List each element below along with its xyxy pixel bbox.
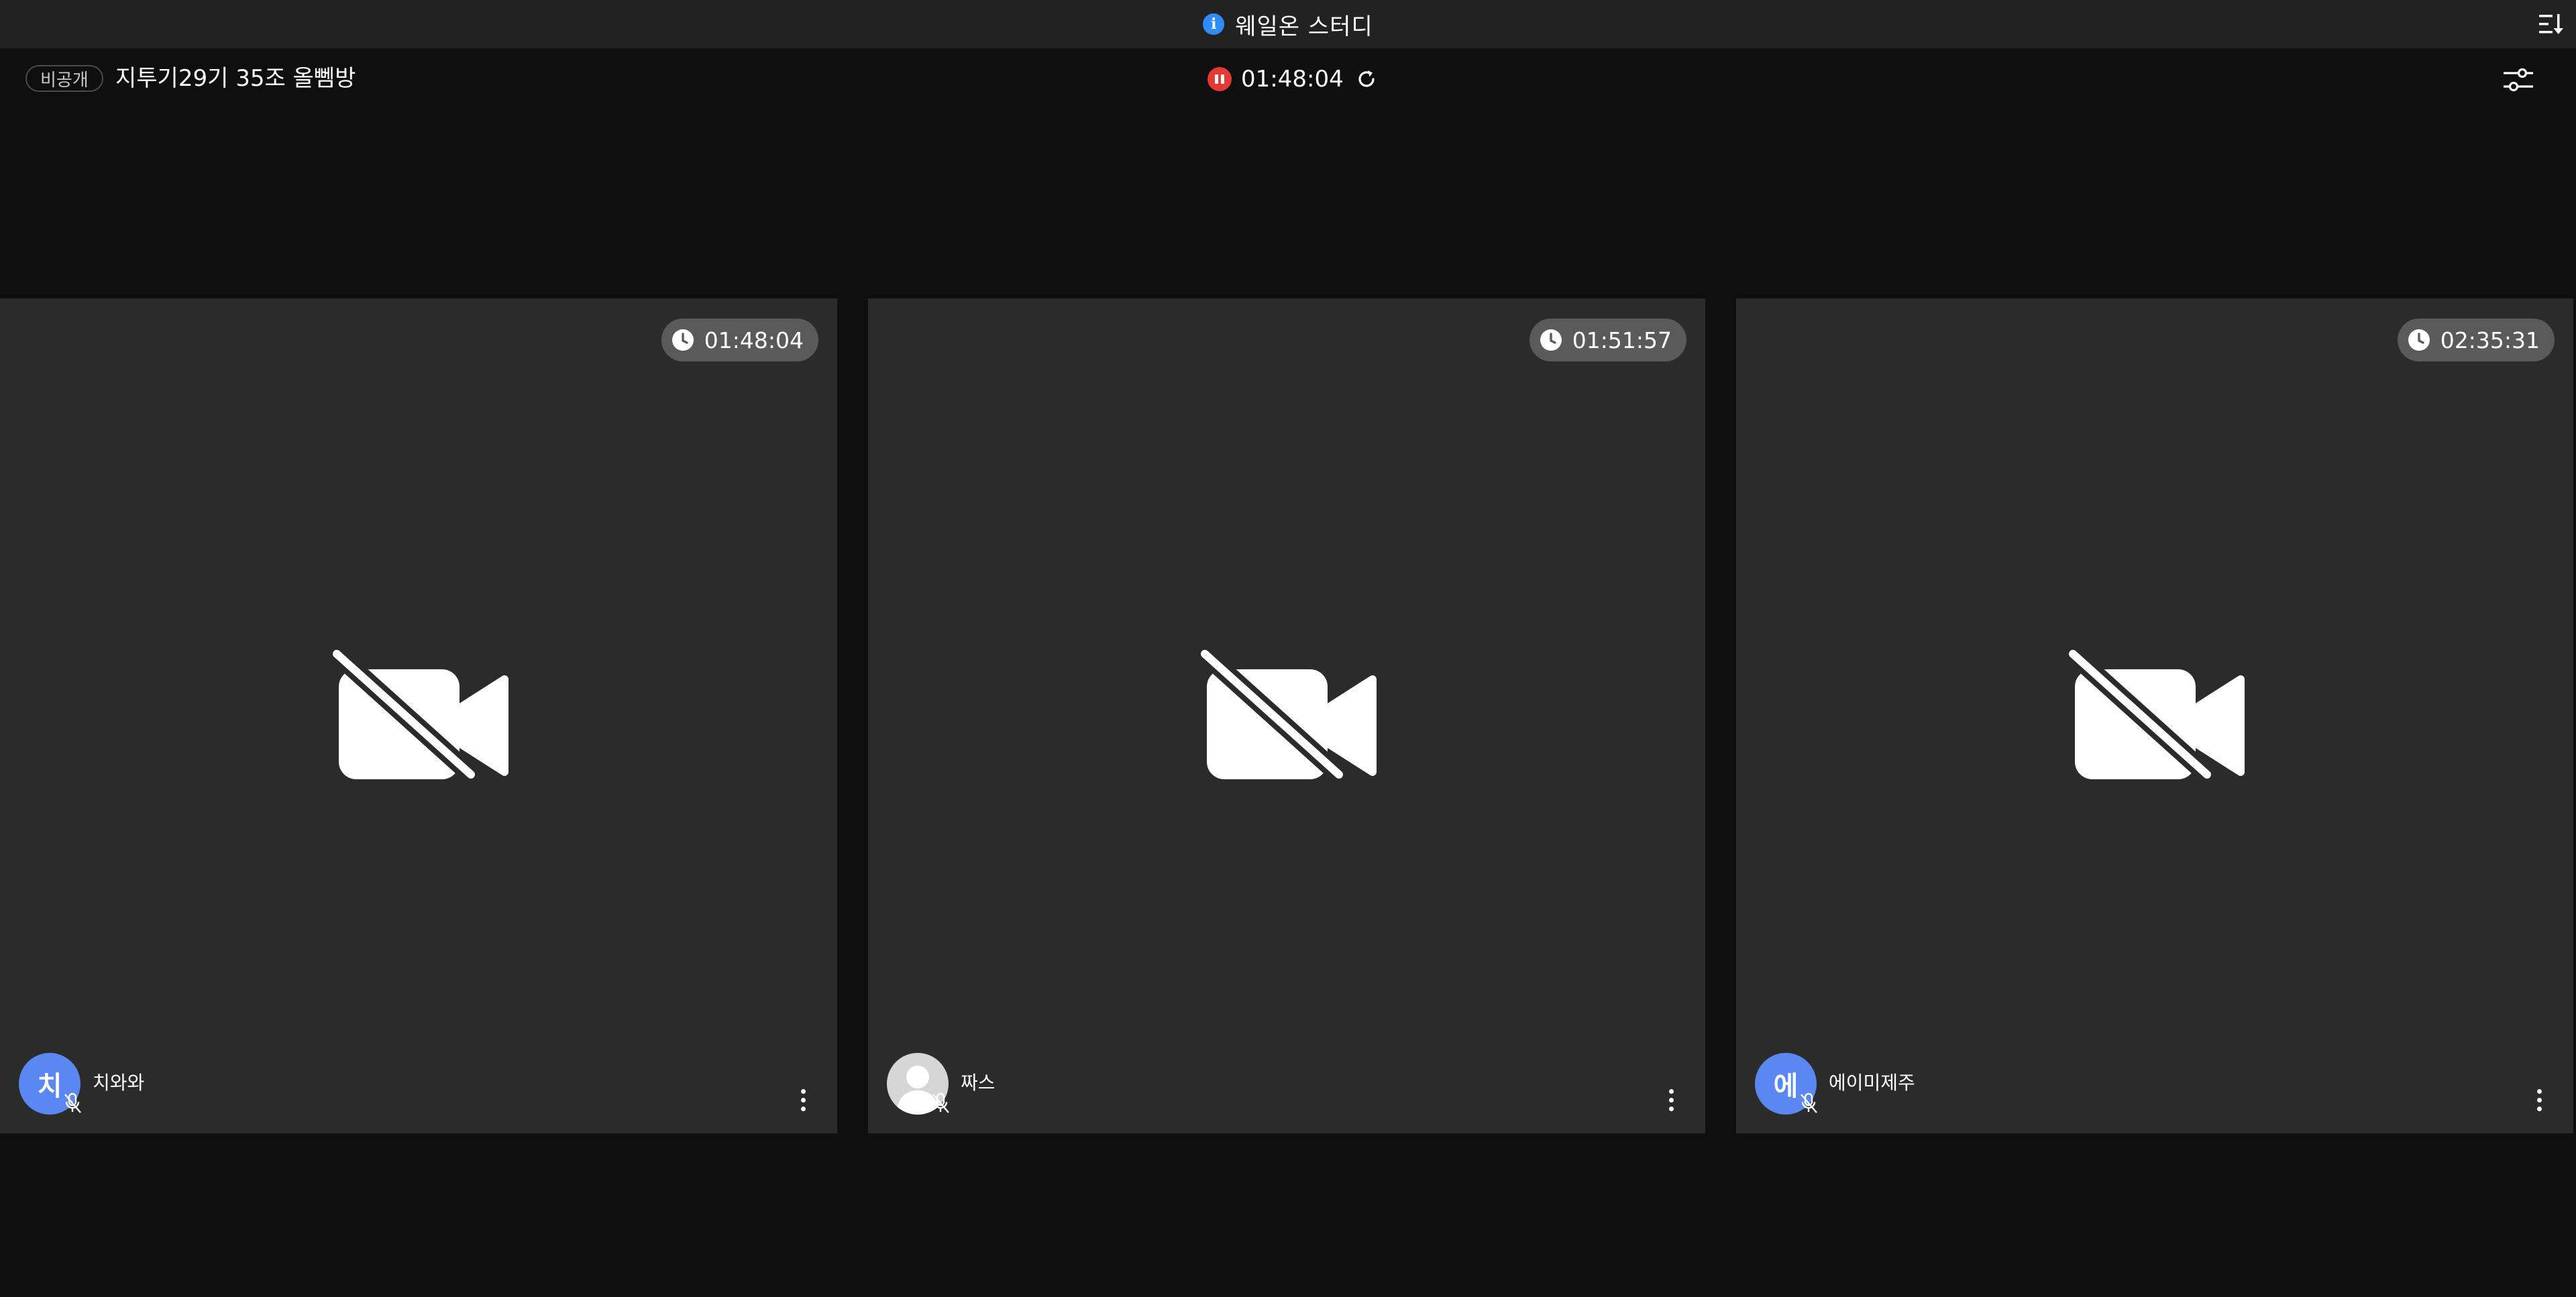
sort-list-button[interactable] [2536, 9, 2567, 39]
title-group: i 웨일온 스터디 [0, 0, 2576, 48]
participant-tile[interactable]: 01:48:04 치 치와와 [0, 298, 837, 1133]
sort-list-icon [2539, 14, 2563, 34]
clock-icon [672, 329, 694, 351]
participant-name: 치와와 [93, 1072, 145, 1094]
participant-name: 짜스 [961, 1072, 996, 1094]
camera-off-icon [2065, 647, 2245, 781]
mic-muted-icon [930, 1091, 951, 1115]
pause-icon [1215, 74, 1218, 84]
session-timer: 01:48:04 [1241, 66, 1344, 93]
app-title: 웨일온 스터디 [1235, 13, 1373, 40]
study-timer: 01:48:04 [704, 327, 804, 353]
camera-off-icon [1197, 647, 1377, 781]
mic-muted-icon [62, 1091, 83, 1115]
study-timer: 01:51:57 [1572, 327, 1672, 353]
study-timer: 02:35:31 [2440, 327, 2540, 353]
private-badge: 비공개 [25, 65, 103, 92]
participant-name: 에이미제주 [1829, 1072, 1915, 1094]
room-name: 지투기29기 35조 올뻼방 [115, 65, 356, 92]
more-icon-dot [2536, 1097, 2542, 1103]
clock-icon [2408, 329, 2430, 351]
more-icon [800, 1088, 806, 1094]
mic-muted-icon [1798, 1091, 1819, 1115]
clock-icon [1540, 329, 1562, 351]
study-timer-badge: 01:51:57 [1529, 319, 1686, 361]
study-timer-badge: 02:35:31 [2397, 319, 2555, 361]
participant-tile[interactable]: 02:35:31 에 에이미제주 [1736, 298, 2573, 1133]
more-icon-dot [1668, 1097, 1674, 1103]
more-options-button[interactable] [1661, 1083, 1681, 1117]
participant-tile[interactable]: 01:51:57 짜스 [868, 298, 1705, 1133]
more-icon-dot [2536, 1106, 2542, 1111]
more-icon-dot [800, 1106, 806, 1111]
pause-button[interactable] [1208, 67, 1232, 91]
more-icon-dot [1668, 1106, 1674, 1111]
more-options-button[interactable] [2529, 1083, 2549, 1117]
refresh-icon [1358, 70, 1375, 87]
more-options-button[interactable] [793, 1083, 813, 1117]
study-timer-badge: 01:48:04 [661, 319, 818, 361]
more-icon-dot [800, 1097, 806, 1103]
title-bar: i 웨일온 스터디 [0, 0, 2576, 48]
more-icon [2536, 1088, 2542, 1094]
session-timer-group: 01:48:04 [1208, 64, 1380, 94]
info-icon[interactable]: i [1203, 13, 1225, 35]
study-room-app: i 웨일온 스터디 비공개 지투기29기 35조 올뻼방 01:48:04 01… [0, 0, 2576, 1297]
pause-icon-bar [1221, 74, 1224, 84]
more-icon [1668, 1088, 1674, 1094]
refresh-button[interactable] [1353, 66, 1380, 93]
room-header: 비공개 지투기29기 35조 올뻼방 01:48:04 [0, 48, 2576, 111]
settings-button[interactable] [2500, 63, 2537, 97]
sliders-icon [2504, 68, 2533, 92]
camera-off-icon [329, 647, 508, 781]
